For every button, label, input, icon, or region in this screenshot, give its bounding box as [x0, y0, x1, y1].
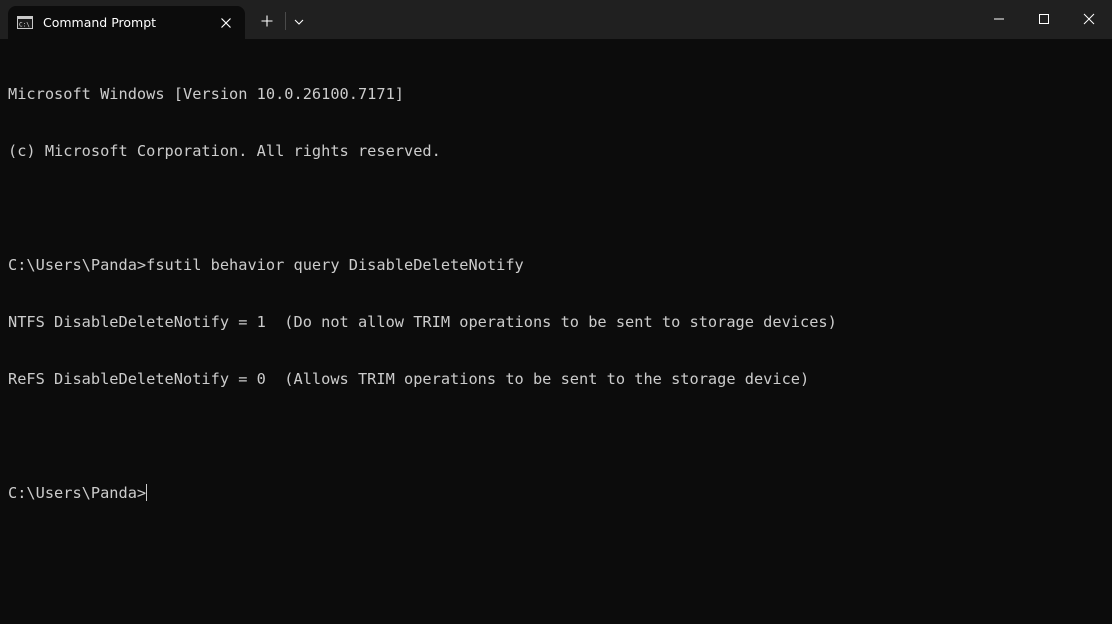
title-bar[interactable]: C:\ Command Prompt: [0, 0, 1112, 39]
console-line: Microsoft Windows [Version 10.0.26100.71…: [8, 85, 405, 103]
prompt-line[interactable]: C:\Users\Panda>: [8, 484, 1104, 503]
terminal-window: C:\ Command Prompt Microsoft Windows [Ve…: [0, 0, 1112, 624]
chevron-down-icon[interactable]: [291, 14, 307, 30]
tab-title: Command Prompt: [43, 15, 157, 30]
console-line: NTFS DisableDeleteNotify = 1 (Do not all…: [8, 313, 837, 331]
close-window-button[interactable]: [1066, 0, 1112, 38]
console-line: ReFS DisableDeleteNotify = 0 (Allows TRI…: [8, 370, 810, 388]
tab-separator: [285, 12, 286, 30]
prompt-text: C:\Users\Panda>: [8, 484, 147, 502]
close-icon[interactable]: [218, 15, 234, 31]
svg-text:C:\: C:\: [19, 22, 30, 29]
plus-icon[interactable]: [259, 13, 275, 29]
maximize-button[interactable]: [1021, 0, 1067, 38]
console-line: C:\Users\Panda>fsutil behavior query Dis…: [8, 256, 524, 274]
console-line: (c) Microsoft Corporation. All rights re…: [8, 142, 441, 160]
tab-command-prompt[interactable]: C:\ Command Prompt: [8, 6, 245, 39]
text-cursor: [146, 484, 148, 501]
console-output[interactable]: Microsoft Windows [Version 10.0.26100.71…: [8, 47, 1104, 617]
cmd-icon: C:\: [17, 16, 33, 29]
minimize-button[interactable]: [976, 0, 1022, 38]
